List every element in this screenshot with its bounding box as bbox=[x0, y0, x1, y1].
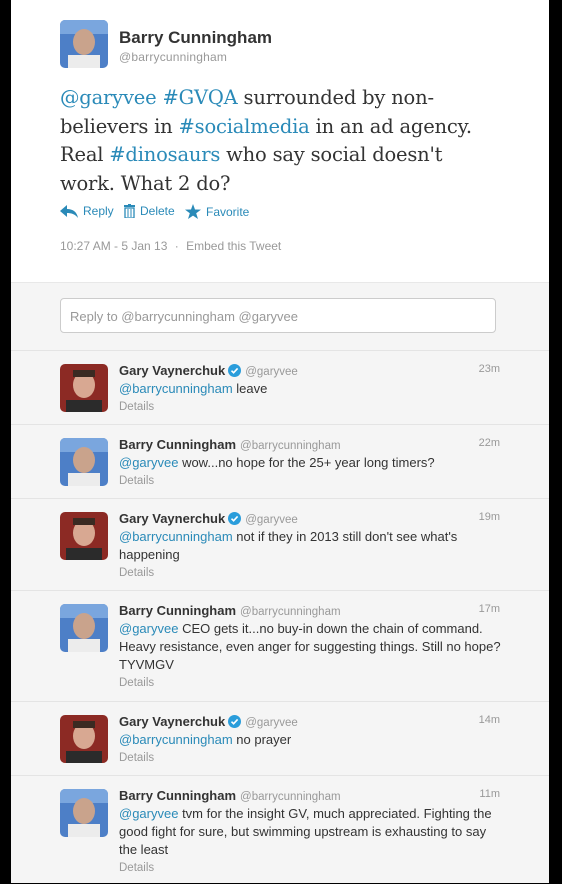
mention-link[interactable]: @garyvee bbox=[119, 455, 178, 470]
reply-time[interactable]: 14m bbox=[479, 714, 500, 726]
reply-text-body: leave bbox=[232, 381, 268, 396]
trash-icon bbox=[124, 204, 135, 218]
tweet-meta: 10:27 AM - 5 Jan 13 · Embed this Tweet bbox=[60, 239, 281, 253]
conversation-card: Barry Cunningham @barrycunningham @garyv… bbox=[11, 0, 549, 883]
reply-text: @garyvee wow...no hope for the 25+ year … bbox=[119, 454, 504, 490]
reply-text: @barrycunningham leave Details bbox=[119, 380, 504, 416]
details-link[interactable]: Details bbox=[119, 472, 504, 490]
details-link[interactable]: Details bbox=[119, 564, 504, 582]
reply-input[interactable]: Reply to @barrycunningham @garyvee bbox=[60, 298, 496, 333]
avatar[interactable] bbox=[60, 438, 108, 486]
hashtag-link[interactable]: #dinosaurs bbox=[109, 143, 220, 166]
author-handle[interactable]: @barrycunningham bbox=[119, 50, 227, 64]
details-link[interactable]: Details bbox=[119, 749, 504, 767]
reply-time[interactable]: 17m bbox=[479, 603, 500, 615]
reply-tweet[interactable]: Barry Cunningham @barrycunningham 11m @gary… bbox=[11, 775, 549, 884]
hashtag-link[interactable]: #GVQA bbox=[162, 86, 237, 109]
verified-badge-icon bbox=[228, 512, 242, 525]
reply-icon bbox=[60, 204, 78, 218]
favorite-button[interactable]: Favorite bbox=[185, 204, 249, 219]
delete-button[interactable]: Delete bbox=[124, 204, 175, 218]
avatar[interactable] bbox=[60, 789, 108, 837]
author-name[interactable]: Barry Cunningham bbox=[119, 788, 236, 803]
mention-link[interactable]: @barrycunningham bbox=[119, 732, 233, 747]
embed-tweet-link[interactable]: Embed this Tweet bbox=[186, 239, 281, 253]
reply-time[interactable]: 19m bbox=[479, 511, 500, 523]
hashtag-link[interactable]: #socialmedia bbox=[179, 115, 310, 138]
reply-button[interactable]: Reply bbox=[60, 204, 114, 218]
mention-link[interactable]: @garyvee bbox=[60, 86, 157, 109]
details-link[interactable]: Details bbox=[119, 859, 504, 877]
author-handle[interactable]: @barrycunningham bbox=[240, 791, 341, 803]
reply-header: Barry Cunningham @barrycunningham bbox=[119, 788, 341, 803]
author-handle[interactable]: @garyvee bbox=[245, 366, 298, 378]
author-name[interactable]: Gary Vaynerchuk bbox=[119, 363, 225, 378]
author-name[interactable]: Gary Vaynerchuk bbox=[119, 714, 225, 729]
avatar[interactable] bbox=[60, 20, 108, 68]
reply-header: Barry Cunningham @barrycunningham bbox=[119, 603, 341, 618]
mention-link[interactable]: @barrycunningham bbox=[119, 529, 233, 544]
mention-link[interactable]: @garyvee bbox=[119, 621, 178, 636]
meta-separator: · bbox=[174, 239, 179, 253]
author-name[interactable]: Barry Cunningham bbox=[119, 437, 236, 452]
timestamp[interactable]: 10:27 AM - 5 Jan 13 bbox=[60, 239, 167, 253]
reply-header: Gary Vaynerchuk @garyvee bbox=[119, 511, 298, 526]
reply-tweet[interactable]: Gary Vaynerchuk @garyvee 23m @barrycunningh… bbox=[11, 350, 549, 425]
avatar[interactable] bbox=[60, 512, 108, 560]
avatar[interactable] bbox=[60, 364, 108, 412]
reply-text: @barrycunningham no prayer Details bbox=[119, 731, 504, 767]
reply-text: @barrycunningham not if they in 2013 sti… bbox=[119, 528, 504, 582]
reply-tweet[interactable]: Barry Cunningham @barrycunningham 22m @gary… bbox=[11, 424, 549, 499]
favorite-label: Favorite bbox=[206, 204, 250, 219]
star-icon bbox=[185, 204, 201, 219]
reply-text: @garyvee CEO gets it...no buy-in down th… bbox=[119, 620, 504, 692]
reply-text-body: wow...no hope for the 25+ year long time… bbox=[178, 455, 435, 470]
author-name[interactable]: Gary Vaynerchuk bbox=[119, 511, 225, 526]
reply-time[interactable]: 22m bbox=[479, 437, 500, 449]
reply-text: @garyvee tvm for the insight GV, much ap… bbox=[119, 805, 504, 877]
details-link[interactable]: Details bbox=[119, 398, 504, 416]
main-tweet: Barry Cunningham @barrycunningham @garyv… bbox=[11, 0, 549, 283]
verified-badge-icon bbox=[228, 715, 242, 728]
avatar[interactable] bbox=[60, 715, 108, 763]
reply-text-body: no prayer bbox=[232, 732, 292, 747]
author-name[interactable]: Barry Cunningham bbox=[119, 603, 236, 618]
details-link[interactable]: Details bbox=[119, 674, 504, 692]
reply-time[interactable]: 11m bbox=[479, 788, 500, 800]
author-handle[interactable]: @garyvee bbox=[245, 717, 298, 729]
author-handle[interactable]: @barrycunningham bbox=[240, 440, 341, 452]
mention-link[interactable]: @garyvee bbox=[119, 806, 178, 821]
author-handle[interactable]: @garyvee bbox=[245, 514, 298, 526]
reply-header: Barry Cunningham @barrycunningham bbox=[119, 437, 341, 452]
reply-tweet[interactable]: Barry Cunningham @barrycunningham 17m @gary… bbox=[11, 590, 549, 702]
avatar[interactable] bbox=[60, 604, 108, 652]
tweet-text: @garyvee #GVQA surrounded by non-believe… bbox=[60, 84, 480, 198]
reply-header: Gary Vaynerchuk @garyvee bbox=[119, 363, 298, 378]
verified-badge-icon bbox=[228, 364, 242, 377]
reply-label: Reply bbox=[83, 204, 114, 218]
reply-tweet[interactable]: Gary Vaynerchuk @garyvee 19m @barrycunningh… bbox=[11, 498, 549, 591]
author-name[interactable]: Barry Cunningham bbox=[119, 28, 272, 48]
reply-tweet[interactable]: Gary Vaynerchuk @garyvee 14m @barrycunningh… bbox=[11, 701, 549, 776]
reply-header: Gary Vaynerchuk @garyvee bbox=[119, 714, 298, 729]
author-handle[interactable]: @barrycunningham bbox=[240, 606, 341, 618]
delete-label: Delete bbox=[140, 204, 175, 218]
reply-time[interactable]: 23m bbox=[479, 363, 500, 375]
mention-link[interactable]: @barrycunningham bbox=[119, 381, 233, 396]
